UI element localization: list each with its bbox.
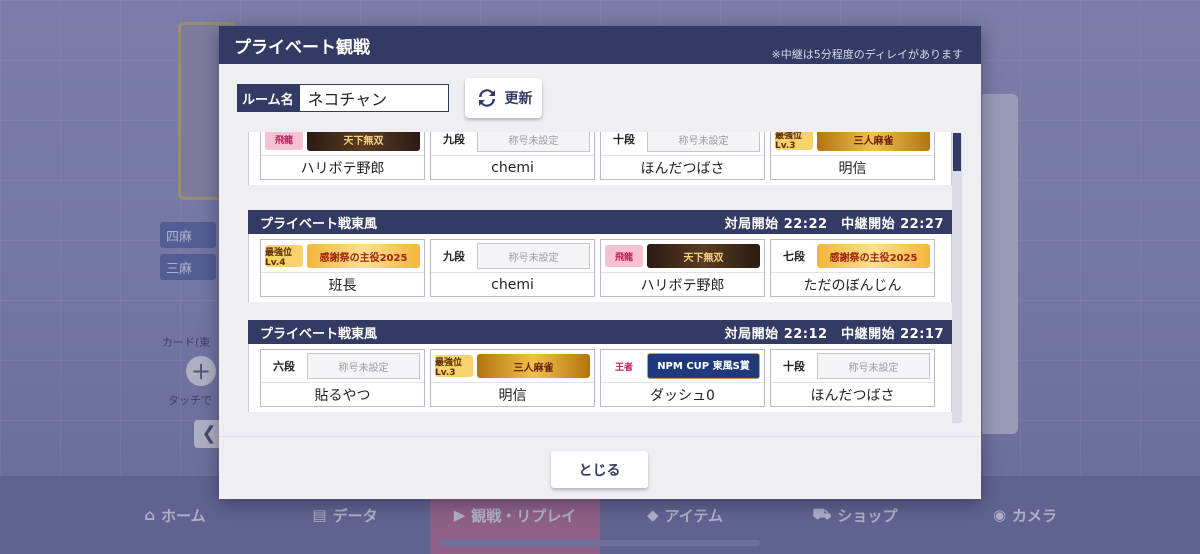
player-card: 十段 称号未設定ほんだつばさ [770, 349, 935, 407]
player-name: 班長 [328, 277, 357, 294]
player-title-row: 最強位Lv.3 三人麻雀 [771, 132, 934, 156]
player-card: 九段 称号未設定 chemi [430, 132, 595, 180]
dialog-title: プライベート観戦 [234, 38, 370, 58]
player-name: ハリボテ野郎 [640, 277, 725, 294]
player-name: 貼るやつ [314, 387, 371, 404]
player-title: 三人麻雀 [817, 132, 930, 151]
refresh-label: 更新 [504, 91, 533, 107]
refresh-icon [478, 89, 495, 107]
player-title: 天下無双 [307, 132, 420, 151]
player-card: 最強位Lv.3 三人麻雀明信 [430, 349, 595, 407]
player-title-row: 飛龍 天下無双 [261, 132, 424, 156]
player-title-row: 飛龍 天下無双 [601, 240, 764, 273]
player-title-row: 最強位Lv.3 三人麻雀 [431, 350, 594, 383]
player-title-row: 十段 称号未設定 [601, 132, 764, 156]
player-name: ただのぼんじん [803, 277, 902, 294]
player-name: 明信 [838, 160, 867, 177]
match-times: 対局開始 22:22 中継開始 22:27 [724, 216, 944, 232]
match-players: 六段 称号未設定 貼るやつ 最強位Lv.3 三人麻雀 明信 王者 NPM CUP 東風S賞 ダッ… [248, 344, 952, 412]
rank-label: 十段 [613, 133, 635, 146]
player-title: 称号未設定 [817, 353, 930, 379]
match-players: 最強位Lv.4 感謝祭の主役2025 班長 九段 称号未設定 chemi 飛龍 天下無双 ハリボ… [248, 234, 952, 302]
player-title: 称号未設定 [477, 132, 590, 152]
room-name-label: ルーム名 [237, 84, 299, 112]
player-name: ほんだつばさ [640, 160, 725, 177]
close-button[interactable]: とじる [551, 451, 648, 488]
player-name: 明信 [498, 387, 527, 404]
player-title-row: 九段 称号未設定 [431, 240, 594, 273]
rank-badge: 最強位Lv.3 [775, 132, 813, 151]
player-title: 称号未設定 [307, 353, 420, 379]
player-title: 三人麻雀 [477, 354, 590, 378]
rank-badge: 最強位Lv.3 [435, 355, 473, 378]
player-title-row: 六段 称号未設定 [261, 350, 424, 383]
player-card: 飛龍 天下無双ハリボテ野郎 [600, 239, 765, 297]
match-times: 対局開始 22:12 中継開始 22:17 [724, 326, 944, 342]
player-card: 十段 称号未設定ほんだつばさ [600, 132, 765, 180]
scrollbar-thumb[interactable] [953, 133, 961, 171]
match-name: プライベート戦東風 [260, 216, 378, 232]
delay-notice: ※中継は5分程度のディレイがあります [771, 48, 963, 61]
rank-label: 十段 [783, 360, 805, 373]
player-card: 最強位Lv.4 感謝祭の主役2025 班長 [260, 239, 425, 297]
player-name: chemi [491, 276, 534, 293]
private-spectate-dialog: プライベート観戦 ※中継は5分程度のディレイがあります ルーム名 ネコチャン 更… [219, 26, 981, 499]
player-title: 称号未設定 [647, 132, 760, 152]
room-name-input[interactable]: ネコチャン [298, 84, 449, 112]
rank-badge: 飛龍 [265, 132, 303, 150]
match-header: プライベート戦東風 対局開始 22:22 中継開始 22:27 [248, 210, 952, 234]
player-name: ほんだつばさ [810, 387, 895, 404]
dialog-header: プライベート観戦 ※中継は5分程度のディレイがあります [219, 26, 981, 64]
player-title-row: 最強位Lv.4 感謝祭の主役2025 [261, 240, 424, 273]
player-card: 最強位Lv.3 三人麻雀明信 [770, 132, 935, 180]
player-title-row: 九段 称号未設定 [431, 132, 594, 156]
match-name: プライベート戦東風 [260, 326, 378, 342]
player-name: ダッシュ0 [650, 387, 715, 404]
player-card: 飛龍 天下無双ハリボテ野郎 [260, 132, 425, 180]
player-card: 七段 感謝祭の主役2025 ただのぼんじん [770, 239, 935, 297]
rank-label: 六段 [273, 360, 295, 373]
match-list[interactable]: 飛龍 天下無双 ハリボテ野郎 九段 称号未設定 chemi 十段 称号未設定 ほんだつばさ 最強位… [248, 132, 962, 424]
player-name: ハリボテ野郎 [300, 160, 385, 177]
refresh-button[interactable]: 更新 [465, 78, 542, 118]
rank-label: 九段 [443, 133, 465, 146]
match-card[interactable]: プライベート戦東風 対局開始 22:22 中継開始 22:27 最強位Lv.4 感謝祭… [248, 210, 952, 302]
player-name: chemi [491, 159, 534, 176]
match-card[interactable]: プライベート戦東風 対局開始 22:12 中継開始 22:17 六段 称号未設定 貼るや… [248, 320, 952, 412]
rank-label: 九段 [443, 250, 465, 263]
footer-divider [219, 436, 981, 437]
scrollbar-track[interactable] [952, 133, 962, 423]
rank-badge: 飛龍 [605, 245, 643, 267]
match-players: 飛龍 天下無双 ハリボテ野郎 九段 称号未設定 chemi 十段 称号未設定 ほんだつばさ 最強位… [248, 132, 952, 185]
rank-badge: 王者 [605, 355, 643, 377]
player-card: 王者 NPM CUP 東風S賞ダッシュ0 [600, 349, 765, 407]
rank-badge: 最強位Lv.4 [265, 245, 303, 268]
match-card[interactable]: 飛龍 天下無双 ハリボテ野郎 九段 称号未設定 chemi 十段 称号未設定 ほんだつばさ 最強位… [248, 132, 952, 185]
player-title: 感謝祭の主役2025 [307, 244, 420, 268]
room-name-field: ルーム名 ネコチャン [237, 84, 449, 112]
player-title-row: 十段 称号未設定 [771, 350, 934, 383]
player-title-row: 七段 感謝祭の主役2025 [771, 240, 934, 273]
player-title: 称号未設定 [477, 243, 590, 269]
player-title: NPM CUP 東風S賞 [647, 353, 760, 379]
player-title-row: 王者 NPM CUP 東風S賞 [601, 350, 764, 383]
player-title: 天下無双 [647, 244, 760, 268]
rank-label: 七段 [783, 250, 805, 263]
player-title: 感謝祭の主役2025 [817, 244, 930, 268]
player-card: 六段 称号未設定貼るやつ [260, 349, 425, 407]
match-header: プライベート戦東風 対局開始 22:12 中継開始 22:17 [248, 320, 952, 344]
player-card: 九段 称号未設定 chemi [430, 239, 595, 297]
